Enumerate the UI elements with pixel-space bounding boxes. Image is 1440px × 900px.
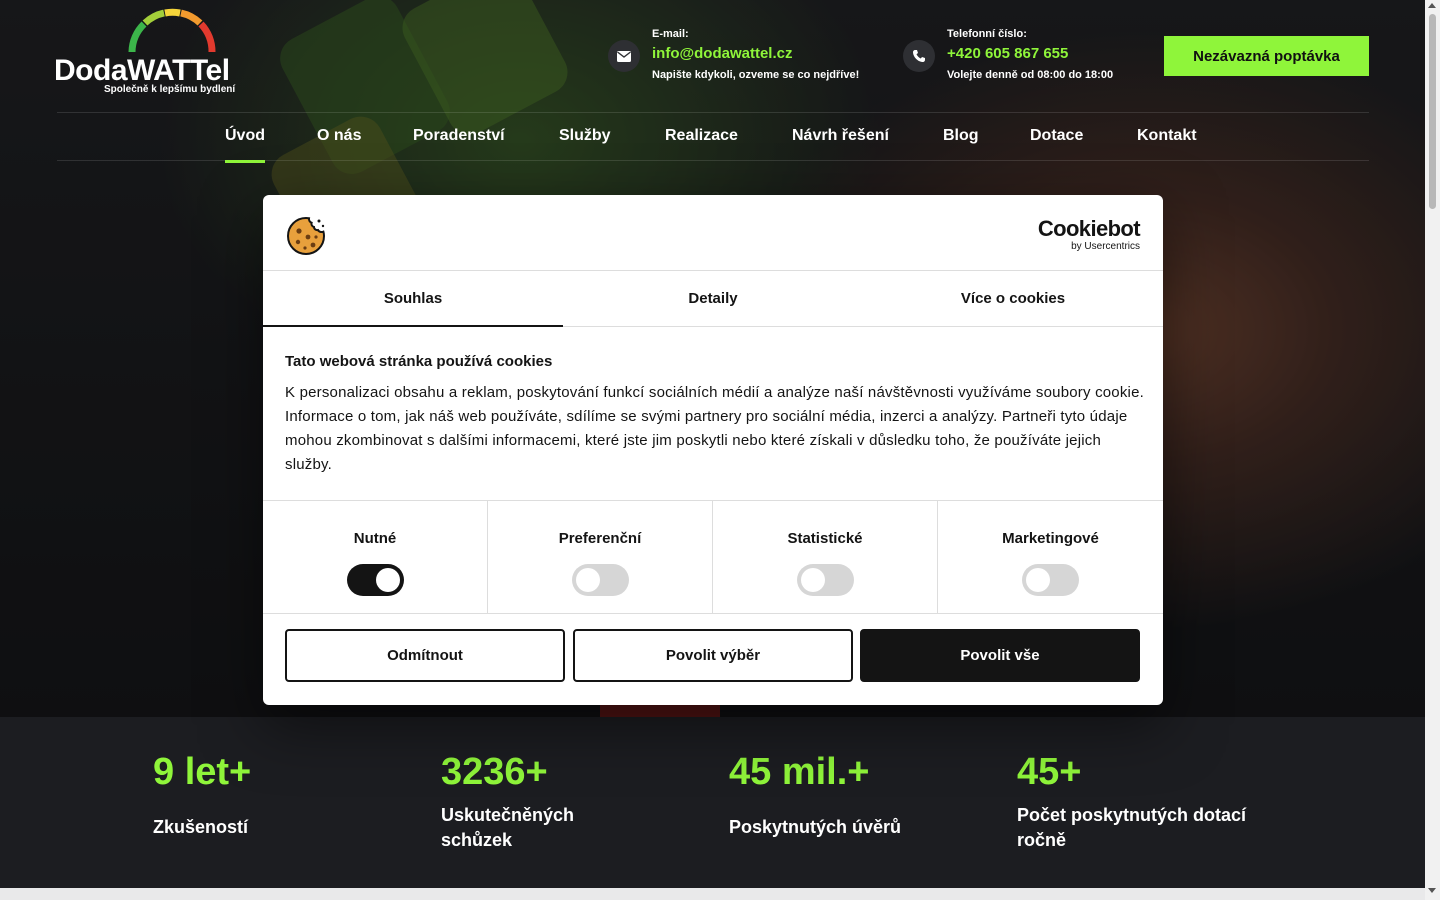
allow-all-button[interactable]: Povolit vše bbox=[860, 629, 1140, 682]
tab-vice-o-cookies[interactable]: Více o cookies bbox=[863, 271, 1163, 326]
logo-text: DodaWATTel bbox=[54, 54, 230, 87]
statistics-toggle[interactable] bbox=[797, 564, 854, 596]
category-necessary: Nutné bbox=[263, 501, 488, 613]
tab-detaily[interactable]: Detaily bbox=[563, 271, 863, 326]
toggle-knob bbox=[376, 568, 400, 592]
email-label: E-mail: bbox=[652, 28, 689, 40]
toggle-knob bbox=[576, 568, 600, 592]
nav-item-realizace[interactable]: Realizace bbox=[665, 127, 738, 145]
logo-tagline: Společně k lepšímu bydlení bbox=[104, 84, 236, 95]
dialog-description: K personalizaci obsahu a reklam, poskyto… bbox=[285, 384, 1144, 473]
necessary-toggle[interactable] bbox=[347, 564, 404, 596]
stats-section: 9 let+ Zkušeností 3236+ Uskutečněných sc… bbox=[0, 717, 1425, 888]
stat-label: Poskytnutých úvěrů bbox=[729, 817, 902, 837]
nav-item-kontakt[interactable]: Kontakt bbox=[1137, 127, 1197, 145]
toggle-knob bbox=[801, 568, 825, 592]
category-label: Statistické bbox=[787, 530, 863, 547]
dialog-tabs: Souhlas Detaily Více o cookies bbox=[263, 271, 1163, 327]
stat-value: 9 let+ bbox=[153, 751, 252, 793]
gauge-icon bbox=[128, 8, 216, 53]
dialog-header: Cookiebot by Usercentrics bbox=[263, 195, 1163, 271]
phone-icon bbox=[903, 40, 935, 72]
stat-label: Uskutečněných schůzek bbox=[441, 805, 575, 850]
nav-item-navrh-reseni[interactable]: Návrh řešení bbox=[792, 127, 889, 145]
stat-item: 9 let+ Zkušeností bbox=[153, 749, 383, 840]
cookie-consent-dialog: Cookiebot by Usercentrics Souhlas Detail… bbox=[263, 195, 1163, 705]
stat-label: Počet poskytnutých dotací ročně bbox=[1017, 805, 1247, 850]
category-label: Marketingové bbox=[1002, 530, 1099, 547]
email-note: Napište kdykoli, ozveme se co nejdříve! bbox=[652, 69, 860, 81]
site-logo[interactable]: DodaWATTel Společně k lepšímu bydlení bbox=[54, 8, 244, 100]
envelope-icon bbox=[608, 40, 640, 72]
stat-value: 45 mil.+ bbox=[729, 751, 870, 793]
stat-item: 3236+ Uskutečněných schůzek bbox=[441, 749, 641, 853]
nav-item-dotace[interactable]: Dotace bbox=[1030, 127, 1083, 145]
next-section-edge bbox=[0, 888, 1425, 900]
consent-categories: Nutné Preferenční Statistické Marketingo… bbox=[263, 500, 1163, 614]
phone-label: Telefonní číslo: bbox=[947, 28, 1027, 40]
category-marketing: Marketingové bbox=[938, 501, 1163, 613]
stat-item: 45+ Počet poskytnutých dotací ročně bbox=[1017, 749, 1277, 853]
stat-label: Zkušeností bbox=[153, 817, 249, 837]
stat-item: 45 mil.+ Poskytnutých úvěrů bbox=[729, 749, 959, 840]
dialog-title: Tato webová stránka používá cookies bbox=[285, 353, 553, 370]
scroll-up-arrow-icon[interactable] bbox=[1428, 3, 1436, 8]
stat-value: 3236+ bbox=[441, 751, 548, 793]
phone-link[interactable]: +420 605 867 655 bbox=[947, 45, 1068, 62]
category-label: Nutné bbox=[353, 530, 397, 547]
main-nav: Úvod O nás Poradenství Služby Realizace … bbox=[57, 112, 1369, 163]
nav-item-blog[interactable]: Blog bbox=[943, 127, 979, 145]
page-scrollbar[interactable] bbox=[1425, 0, 1440, 900]
allow-selection-button[interactable]: Povolit výběr bbox=[573, 629, 853, 682]
cookie-icon bbox=[286, 216, 326, 256]
scroll-thumb[interactable] bbox=[1429, 14, 1436, 209]
preferences-toggle[interactable] bbox=[572, 564, 629, 596]
toggle-knob bbox=[1026, 568, 1050, 592]
nav-item-o-nas[interactable]: O nás bbox=[317, 127, 361, 145]
category-label: Preferenční bbox=[558, 530, 642, 547]
category-preferences: Preferenční bbox=[488, 501, 713, 613]
nav-item-poradenstvi[interactable]: Poradenství bbox=[413, 127, 505, 145]
stat-value: 45+ bbox=[1017, 751, 1082, 793]
phone-note: Volejte denně od 08:00 do 18:00 bbox=[947, 69, 1114, 81]
inquiry-button[interactable]: Nezávazná poptávka bbox=[1164, 36, 1369, 76]
nav-item-uvod[interactable]: Úvod bbox=[225, 127, 265, 163]
marketing-toggle[interactable] bbox=[1022, 564, 1079, 596]
category-statistics: Statistické bbox=[713, 501, 938, 613]
deny-button[interactable]: Odmítnout bbox=[285, 629, 565, 682]
nav-item-sluzby[interactable]: Služby bbox=[559, 127, 611, 145]
tab-souhlas[interactable]: Souhlas bbox=[263, 271, 563, 327]
email-link[interactable]: info@dodawattel.cz bbox=[652, 45, 792, 62]
site-header: DodaWATTel Společně k lepšímu bydlení E-… bbox=[0, 0, 1425, 112]
cookiebot-logo[interactable]: Cookiebot by Usercentrics bbox=[1038, 217, 1141, 253]
scroll-down-arrow-icon[interactable] bbox=[1428, 888, 1436, 893]
